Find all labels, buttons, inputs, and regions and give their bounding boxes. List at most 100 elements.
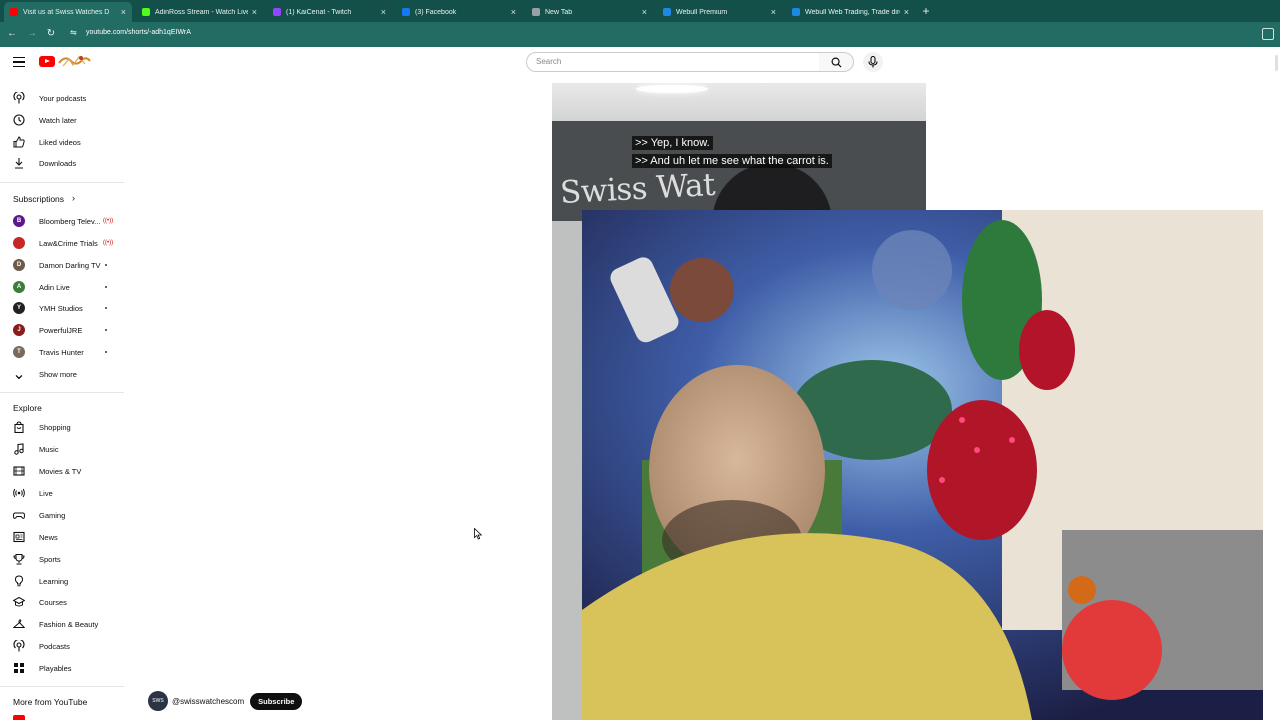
- tab-label: (3) Facebook: [415, 8, 457, 16]
- sidebar-item-label: News: [39, 532, 58, 542]
- sidebar-explore-item[interactable]: Gaming: [0, 505, 125, 525]
- subscription-label: Law&Crime Trials: [39, 238, 98, 248]
- sidebar-item-label: Movies & TV: [39, 466, 82, 476]
- sidebar-icon-wrap: [13, 618, 25, 630]
- hamburger-menu-icon[interactable]: [13, 57, 25, 67]
- sidebar-subscription-item[interactable]: J PowerfulJRE: [0, 320, 125, 340]
- podcast-icon: [13, 640, 25, 652]
- browser-tab[interactable]: Webull Web Trading, Trade dire ×: [786, 2, 915, 22]
- browser-tab[interactable]: AdinRoss Stream - Watch Live ×: [136, 2, 263, 22]
- sidebar-explore-item[interactable]: Sports: [0, 549, 125, 569]
- subscription-label: Bloomberg Telev...: [39, 216, 101, 226]
- browser-tab[interactable]: (3) Facebook ×: [396, 2, 522, 22]
- new-content-dot: [105, 329, 107, 331]
- tab-label: Visit us at Swiss Watches D: [23, 8, 110, 16]
- page-scrollbar[interactable]: [1275, 55, 1278, 71]
- sidebar-explore-item[interactable]: Courses: [0, 592, 125, 612]
- hanger-icon: [13, 619, 25, 628]
- live-icon: [13, 488, 25, 498]
- ceiling-lamp: [636, 85, 708, 93]
- sidebar-subscription-item[interactable]: B Bloomberg Telev... ((•)): [0, 211, 125, 231]
- sidebar-subscription-item[interactable]: Law&Crime Trials ((•)): [0, 233, 125, 253]
- forward-icon[interactable]: →: [26, 28, 38, 40]
- browser-tab[interactable]: (1) KaiCenat - Twitch ×: [267, 2, 392, 22]
- tab-label: Webull Web Trading, Trade dire: [805, 8, 900, 16]
- tab-close-icon[interactable]: ×: [904, 7, 909, 17]
- browser-tab[interactable]: New Tab ×: [526, 2, 653, 22]
- search-input[interactable]: Search: [526, 52, 820, 72]
- subscribe-button[interactable]: Subscribe: [250, 692, 303, 710]
- tab-close-icon[interactable]: ×: [121, 7, 126, 17]
- tab-label: AdinRoss Stream - Watch Live: [155, 8, 248, 16]
- site-info-icon[interactable]: ⇋: [70, 28, 77, 37]
- sidebar-icon-wrap: [13, 443, 25, 455]
- channel-avatar[interactable]: SWS: [148, 691, 168, 711]
- sidebar-explore-item[interactable]: Fashion & Beauty: [0, 614, 125, 634]
- subscriptions-heading[interactable]: Subscriptions: [13, 194, 64, 204]
- live-indicator-icon: ((•)): [103, 218, 114, 224]
- search-icon: [831, 57, 842, 68]
- tab-close-icon[interactable]: ×: [642, 7, 647, 17]
- sidebar-item-label: Podcasts: [39, 641, 70, 651]
- tab-close-icon[interactable]: ×: [771, 7, 776, 17]
- sidebar-subscription-item[interactable]: T Travis Hunter: [0, 342, 125, 362]
- back-icon[interactable]: ←: [6, 28, 18, 40]
- sidebar-icon-wrap: [13, 509, 25, 521]
- subscription-label: Damon Darling TV: [39, 260, 101, 270]
- voice-search-button[interactable]: [863, 52, 883, 72]
- sidebar-explore-item[interactable]: Podcasts: [0, 636, 125, 656]
- sidebar-item-label: Downloads: [39, 158, 77, 168]
- sidebar-explore-item[interactable]: Live: [0, 483, 125, 503]
- sidebar-item[interactable]: Your podcasts: [0, 88, 125, 108]
- sidebar-explore-item[interactable]: Music: [0, 439, 125, 459]
- sidebar-item[interactable]: Liked videos: [0, 132, 125, 152]
- sidebar-explore-item[interactable]: Learning: [0, 571, 125, 591]
- sidebar-item[interactable]: Downloads: [0, 153, 125, 173]
- window-icon[interactable]: [1262, 28, 1274, 40]
- search-button[interactable]: [819, 52, 854, 72]
- youtube-doodle-icon[interactable]: [57, 53, 91, 69]
- sidebar-explore-item[interactable]: Playables: [0, 658, 125, 678]
- browser-tab[interactable]: Webull Premium ×: [657, 2, 782, 22]
- sidebar-item-label: Fashion & Beauty: [39, 619, 99, 629]
- sidebar-subscription-item[interactable]: D Damon Darling TV: [0, 255, 125, 275]
- new-tab-button[interactable]: +: [919, 3, 933, 19]
- tab-favicon-icon: [402, 8, 410, 16]
- sidebar-subscription-item[interactable]: Y YMH Studios: [0, 298, 125, 318]
- sidebar-icon-wrap: [13, 553, 25, 565]
- new-content-dot: [105, 264, 107, 266]
- trophy-icon: [13, 554, 25, 565]
- playables-icon: [14, 663, 24, 673]
- sidebar-explore-item[interactable]: Movies & TV: [0, 461, 125, 481]
- sidebar-explore-item[interactable]: News: [0, 527, 125, 547]
- new-content-dot: [105, 307, 107, 309]
- sidebar-item-label: Live: [39, 488, 53, 498]
- gamepad-icon: [13, 512, 25, 519]
- tab-close-icon[interactable]: ×: [381, 7, 386, 17]
- browser-tab[interactable]: Visit us at Swiss Watches D ×: [4, 2, 132, 22]
- tab-close-icon[interactable]: ×: [511, 7, 516, 17]
- sidebar-item-label: Shopping: [39, 422, 71, 432]
- webcam-scene: [582, 210, 1263, 720]
- show-more-button[interactable]: ⌄ Show more: [0, 364, 125, 384]
- browser-tab-strip: + Visit us at Swiss Watches D × AdinRoss S…: [0, 0, 1280, 22]
- chevron-right-icon[interactable]: ›: [72, 193, 75, 203]
- address-bar[interactable]: youtube.com/shorts/-adh1qEIWrA: [86, 29, 191, 36]
- shopping-bag-icon: [14, 421, 24, 433]
- tinsel-shape: [927, 400, 1037, 540]
- reload-icon[interactable]: ↻: [45, 28, 57, 40]
- sidebar-item-label: Courses: [39, 597, 67, 607]
- channel-avatar: B: [13, 215, 25, 227]
- sidebar-icon-wrap: [13, 114, 25, 126]
- youtube-logo[interactable]: [39, 56, 55, 67]
- chevron-down-icon: ⌄: [12, 366, 26, 383]
- tab-close-icon[interactable]: ×: [252, 7, 257, 17]
- sidebar-explore-item[interactable]: Shopping: [0, 417, 125, 437]
- sidebar-item-label: Playables: [39, 663, 72, 673]
- sidebar-icon-wrap: [13, 157, 25, 169]
- channel-handle[interactable]: @swisswatchescom: [172, 697, 244, 706]
- sidebar-subscription-item[interactable]: A Adin Live: [0, 277, 125, 297]
- youtube-premium-icon[interactable]: [13, 715, 25, 720]
- sidebar-item-label: Gaming: [39, 510, 66, 520]
- sidebar-item[interactable]: Watch later: [0, 110, 125, 130]
